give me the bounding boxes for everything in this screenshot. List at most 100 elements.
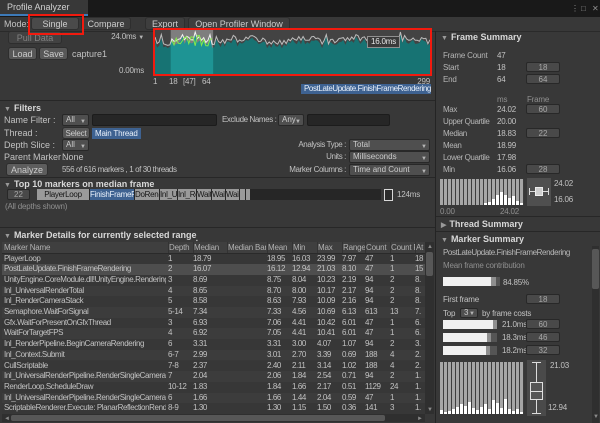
table-row[interactable]: PostLateUpdate.FinishFrameRendering216.0…: [2, 264, 425, 275]
table-row[interactable]: Inl_UniversalRenderPipeline.RenderSingle…: [2, 371, 425, 382]
cell: 1.66: [267, 393, 291, 404]
cell: 94: [365, 371, 389, 382]
summary-row-value: 18: [497, 63, 506, 72]
table-row[interactable]: ScriptableRenderer.Execute: PlanarReflec…: [2, 403, 425, 414]
scroll-left-icon[interactable]: ◄: [4, 416, 10, 422]
hist-bar: [448, 411, 451, 414]
cell: 8.69: [193, 275, 225, 286]
frame-jump-button[interactable]: 22: [526, 128, 560, 138]
cell: 6.93: [193, 318, 225, 329]
hist-bar-bg: [460, 179, 463, 205]
window-maximize-icon[interactable]: □: [581, 4, 586, 13]
frame-jump-button[interactable]: 18: [526, 62, 560, 72]
scroll-down-icon[interactable]: ▼: [427, 407, 433, 413]
hist-bar-bg: [472, 179, 475, 205]
cell: Inl_UniversalRenderTotal: [4, 286, 166, 297]
table-row[interactable]: Inl_UniversalRenderTotal48.658.708.0010.…: [2, 286, 425, 297]
hist-bar-bg: [480, 179, 483, 205]
frame-jump-button[interactable]: 64: [526, 74, 560, 84]
hist-bar-bg: [500, 362, 503, 414]
frame-jump-button[interactable]: 60: [526, 104, 560, 114]
cell: 7.05: [267, 328, 291, 339]
top-cost-cap: [486, 346, 490, 355]
table-row[interactable]: UnityEngine.CoreModule.dll!UnityEngine.R…: [2, 275, 425, 286]
stat-value: 20.00: [497, 117, 516, 126]
table-vscroll-thumb[interactable]: [426, 252, 433, 276]
panel-vscroll-thumb[interactable]: [592, 249, 599, 289]
cell: 94: [365, 286, 389, 297]
top-cost-cap: [493, 320, 497, 329]
first-frame-button[interactable]: 18: [526, 294, 560, 304]
top-n-suffix: by frame costs: [482, 309, 531, 318]
cell: 3: [168, 318, 192, 329]
table-row[interactable]: Inl_Context.Submit6-72.993.012.703.390.6…: [2, 350, 425, 361]
frame-jump-button[interactable]: 46: [526, 332, 560, 342]
ms-box-min-label: 12.94: [548, 403, 567, 412]
cell: 2.40: [267, 361, 291, 372]
frame-jump-button[interactable]: 32: [526, 345, 560, 355]
frame-jump-button[interactable]: 28: [526, 164, 560, 174]
scroll-down-icon[interactable]: ▼: [593, 414, 599, 420]
table-row[interactable]: PlayerLoop118.7918.9516.0323.997.9747118: [2, 254, 425, 265]
hist-bar-bg: [452, 179, 455, 205]
hist-bar-bg: [444, 179, 447, 205]
cell: 1.84: [292, 371, 316, 382]
top-n-dropdown[interactable]: 3▼: [460, 308, 478, 318]
table-row[interactable]: Inl_RenderCameraStack58.588.637.9310.092…: [2, 296, 425, 307]
hist-bar: [516, 201, 519, 205]
cell: 23.99: [317, 254, 341, 265]
cell: 6.: [415, 328, 425, 339]
frame-summary-header[interactable]: ▼Frame Summary: [441, 32, 521, 42]
table-row[interactable]: Semaphore.WaitForSignal5-147.347.334.561…: [2, 307, 425, 318]
cell: 10.41: [317, 328, 341, 339]
table-row[interactable]: WaitForTargetFPS46.927.054.4110.416.0147…: [2, 328, 425, 339]
top-cost-cap: [487, 333, 491, 342]
thread-summary-header[interactable]: ▶Thread Summary: [441, 219, 523, 229]
table-row[interactable]: RenderLoop.ScheduleDraw10-121.831.841.66…: [2, 382, 425, 393]
cell: PlayerLoop: [4, 254, 166, 265]
cell: 8.: [415, 296, 425, 307]
cell: 94: [365, 339, 389, 350]
cell: CullScriptable: [4, 361, 166, 372]
cell: 2.06: [267, 371, 291, 382]
cell: RenderLoop.ScheduleDraw: [4, 382, 166, 393]
top-cost-bar: [443, 320, 497, 329]
cell: 1.: [415, 393, 425, 404]
scroll-up-icon[interactable]: ▲: [427, 244, 433, 250]
cell: 1.83: [193, 382, 225, 393]
frame-jump-button[interactable]: 60: [526, 319, 560, 329]
cell: 0.51: [342, 382, 364, 393]
cell: 141: [365, 403, 389, 414]
table-row[interactable]: CullScriptable7-82.372.402.113.141.02188…: [2, 361, 425, 372]
cell: 2.04: [193, 371, 225, 382]
window-close-icon[interactable]: ✕: [592, 4, 599, 13]
cell: 3: [390, 403, 414, 414]
summary-row-label: End: [443, 75, 457, 84]
table-row[interactable]: Gfx.WaitForPresentOnGfxThread36.937.064.…: [2, 318, 425, 329]
cell: 8.04: [292, 275, 316, 286]
foldout-closed-icon: ▶: [441, 222, 446, 229]
table-row[interactable]: Inl_UniversalRenderPipeline.RenderSingle…: [2, 393, 425, 404]
hist-bar: [512, 196, 515, 205]
cell: 47: [365, 318, 389, 329]
hist-bar-bg: [452, 362, 455, 414]
cell: 5-14: [168, 307, 192, 318]
cell: 8.58: [193, 296, 225, 307]
table-hscroll-thumb[interactable]: [11, 415, 385, 421]
marker-summary-header[interactable]: ▼Marker Summary: [441, 234, 524, 244]
table-row[interactable]: Inl_RenderPipeline.BeginCameraRendering6…: [2, 339, 425, 350]
cell: 8.63: [267, 296, 291, 307]
hist-bar: [516, 409, 519, 414]
cell: 2: [390, 371, 414, 382]
window-menu-icon[interactable]: ⋮: [571, 4, 579, 13]
hist-bar: [508, 198, 511, 205]
cell: 8.10: [342, 264, 364, 275]
cell: 6.01: [342, 328, 364, 339]
cell: 94: [365, 296, 389, 307]
marker-summary-contribution-label: Mean frame contribution: [443, 261, 525, 270]
stat-label: Min: [443, 165, 455, 174]
hist-bar-bg: [488, 362, 491, 414]
cell: 2.54: [317, 371, 341, 382]
scroll-right-icon[interactable]: ►: [417, 416, 423, 422]
cell: 0.36: [342, 403, 364, 414]
